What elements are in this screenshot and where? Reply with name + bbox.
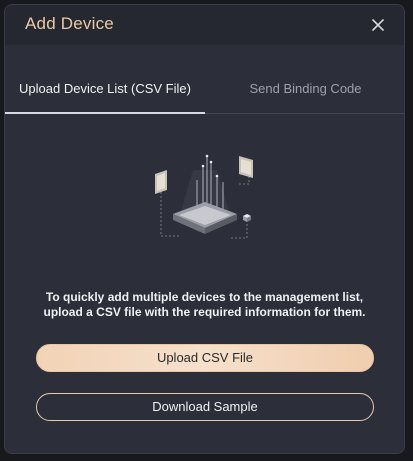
tab-bar: Upload Device List (CSV File) Send Bindi…	[5, 45, 404, 114]
right-document-icon	[239, 156, 253, 178]
tab-send-binding-code[interactable]: Send Binding Code	[205, 45, 404, 113]
description-text: To quickly add multiple devices to the m…	[25, 290, 384, 320]
left-connector	[160, 184, 181, 237]
dialog-header: Add Device	[5, 5, 404, 45]
description-line-1: To quickly add multiple devices to the m…	[45, 290, 364, 304]
download-sample-button[interactable]: Download Sample	[36, 393, 374, 421]
dialog-title: Add Device	[25, 14, 114, 33]
left-document-icon	[155, 170, 167, 194]
close-button[interactable]	[368, 15, 388, 35]
bottom-connector	[229, 220, 248, 239]
tab-upload-device-list[interactable]: Upload Device List (CSV File)	[5, 45, 205, 114]
close-icon	[372, 19, 384, 31]
add-device-dialog: Add Device Upload Device List (CSV File)…	[4, 4, 405, 454]
upload-csv-button[interactable]: Upload CSV File	[36, 344, 374, 372]
description-line-2: upload a CSV file with the required info…	[43, 305, 366, 319]
device-upload-illustration	[155, 154, 253, 239]
small-cube-icon	[243, 214, 251, 222]
